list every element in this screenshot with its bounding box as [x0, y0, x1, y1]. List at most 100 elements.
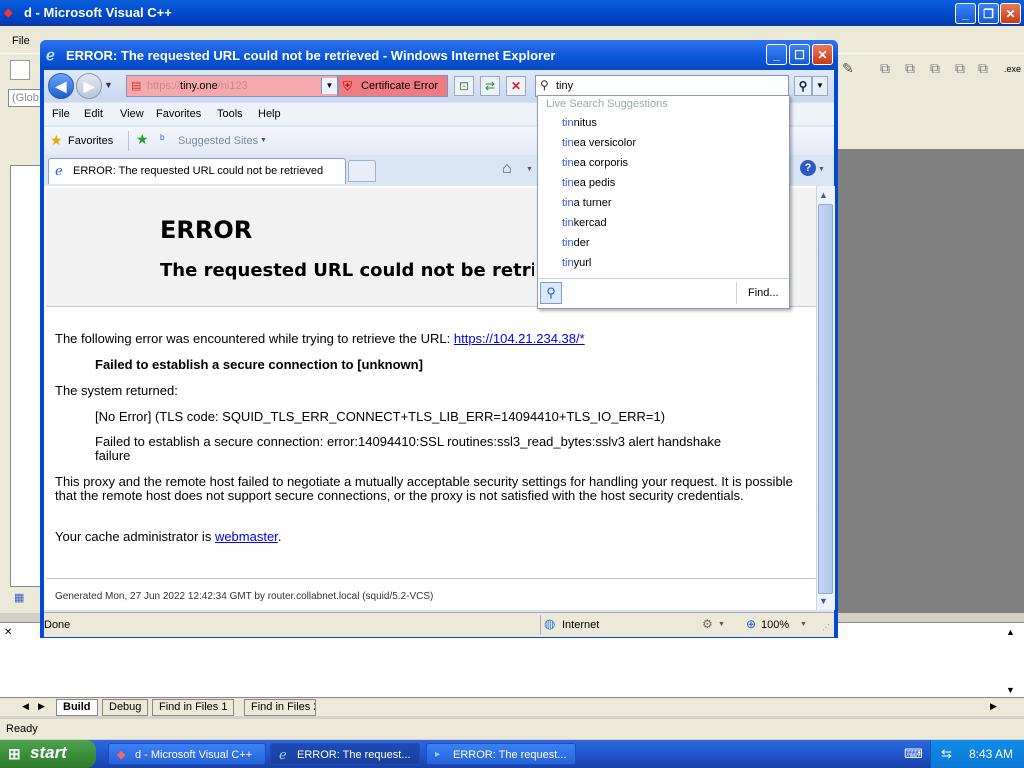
suggestion-match: tin: [562, 157, 574, 169]
start-button[interactable]: ⊞ start: [0, 740, 96, 768]
ie-close-button[interactable]: ✕: [812, 44, 833, 65]
task-ie-1[interactable]: ℯ ERROR: The request...: [270, 743, 420, 765]
help-icon[interactable]: ?: [800, 160, 816, 176]
menu-edit[interactable]: Edit: [84, 108, 103, 120]
task-label: ERROR: The request...: [453, 749, 567, 761]
tab-scroll-right-icon[interactable]: ▶: [38, 701, 45, 712]
webmaster-link[interactable]: webmaster: [215, 529, 278, 544]
new-tab-button[interactable]: [348, 160, 376, 182]
vc-close-button[interactable]: ✕: [1000, 3, 1021, 24]
admin-suffix: .: [277, 529, 282, 544]
scroll-down-icon[interactable]: ▼: [1006, 685, 1015, 695]
stop-build-icon[interactable]: ⧉: [905, 60, 915, 77]
tab-debug[interactable]: Debug: [102, 699, 149, 716]
tab-scroll-left-icon[interactable]: ◀: [22, 701, 29, 712]
ie-window-title: ERROR: The requested URL could not be re…: [66, 48, 556, 63]
tab-find-in-files-2[interactable]: Find in Files 2: [244, 699, 316, 716]
menu-view[interactable]: View: [120, 108, 144, 120]
compile-icon[interactable]: ⧉: [880, 60, 890, 77]
vc-menu-file[interactable]: File: [12, 35, 30, 47]
suggestion-item[interactable]: tinea pedis: [562, 177, 615, 189]
task-ie-2[interactable]: ▸ ERROR: The request...: [426, 743, 576, 765]
workspace-tree[interactable]: [10, 165, 42, 587]
scroll-up-icon[interactable]: ▲: [1006, 627, 1015, 637]
add-to-favorites-icon[interactable]: ★: [136, 131, 149, 148]
stop-icon[interactable]: ✕: [506, 76, 526, 96]
compatibility-view-icon[interactable]: ⊡: [454, 76, 474, 96]
ie-logo-icon: ℯ: [46, 47, 55, 64]
scroll-up-arrow-icon[interactable]: ▲: [819, 190, 828, 200]
clock[interactable]: 8:43 AM: [969, 747, 1013, 761]
tab-error-page[interactable]: ℯ ERROR: The requested URL could not be …: [48, 158, 346, 184]
keyboard-icon[interactable]: ⌨: [904, 746, 923, 762]
hscroll-right-icon[interactable]: ▶: [990, 701, 997, 712]
address-url[interactable]: https://tiny.one/ni123: [147, 80, 248, 92]
debug-go-icon[interactable]: ⧉: [955, 60, 965, 77]
recent-pages-dropdown-icon[interactable]: ▼: [104, 80, 113, 90]
address-dropdown-icon[interactable]: ▼: [321, 78, 337, 94]
scroll-thumb[interactable]: [818, 204, 833, 594]
menu-favorites[interactable]: Favorites: [156, 108, 201, 120]
vc-restore-button[interactable]: ❐: [978, 3, 999, 24]
network-icon[interactable]: ⇆: [941, 746, 952, 762]
find-on-page-button[interactable]: Find...: [748, 287, 779, 299]
menu-tools[interactable]: Tools: [217, 108, 243, 120]
execute-icon[interactable]: ⧉: [930, 60, 940, 77]
breakpoint-icon[interactable]: ⧉: [978, 60, 988, 77]
build-icon[interactable]: ✎: [842, 60, 854, 77]
back-button[interactable]: ◀: [48, 73, 74, 99]
zoom-dropdown-icon[interactable]: ▼: [800, 621, 807, 628]
certificate-error-button[interactable]: ⛨ Certificate Error: [338, 75, 448, 97]
suggested-sites-dropdown-icon[interactable]: ▼: [260, 137, 267, 144]
favorites-button[interactable]: Favorites: [68, 135, 113, 147]
suggestion-item[interactable]: tinea versicolor: [562, 137, 636, 149]
suggested-sites-link[interactable]: Suggested Sites: [178, 135, 258, 147]
home-icon[interactable]: ⌂: [502, 160, 512, 178]
vc-minimize-button[interactable]: _: [955, 3, 976, 24]
tab-find-in-files-1[interactable]: Find in Files 1: [152, 699, 235, 716]
scroll-down-arrow-icon[interactable]: ▼: [819, 596, 828, 606]
search-box[interactable]: ⚲ tiny: [535, 75, 789, 97]
suggestion-rest: der: [573, 237, 590, 249]
task-label: ERROR: The request...: [297, 749, 411, 761]
protected-mode-dropdown-icon[interactable]: ▼: [718, 621, 725, 628]
refresh-icon[interactable]: ⇄: [480, 76, 500, 96]
suggestion-rest: kercad: [573, 217, 607, 229]
protected-mode-icon[interactable]: ⚙: [702, 617, 713, 631]
home-dropdown-icon[interactable]: ▼: [526, 166, 533, 173]
failed-url-link[interactable]: https://104.21.234.38/*: [454, 331, 585, 346]
suggestion-item[interactable]: tina turner: [562, 197, 612, 209]
address-prefix: https://: [147, 80, 181, 92]
search-input[interactable]: tiny: [556, 80, 573, 92]
help-dropdown-icon[interactable]: ▼: [818, 166, 825, 173]
forward-button[interactable]: ▶: [76, 73, 102, 99]
suggestion-item[interactable]: tinder: [562, 237, 590, 249]
admin-prefix: Your cache administrator is: [55, 529, 215, 544]
suggestion-match: tin: [562, 117, 574, 129]
suggestion-item[interactable]: tinea corporis: [562, 157, 628, 169]
new-file-icon[interactable]: [10, 60, 30, 80]
tab-build[interactable]: Build: [56, 699, 98, 716]
search-provider-icon[interactable]: ⚲: [540, 282, 562, 304]
search-options-icon[interactable]: ▼: [812, 76, 828, 96]
suggestion-item[interactable]: tinnitus: [562, 117, 597, 129]
suggestion-item[interactable]: tinkercad: [562, 217, 607, 229]
page-scrollbar[interactable]: ▲ ▼: [816, 186, 835, 610]
classview-icon[interactable]: ▦: [14, 591, 24, 604]
output-close-icon[interactable]: ✕: [4, 627, 12, 638]
address-bar[interactable]: ▤ https://tiny.one/ni123 ▼: [126, 75, 338, 97]
suggestion-item[interactable]: tinyurl: [562, 257, 591, 269]
zoom-level[interactable]: 100%: [761, 619, 789, 631]
search-go-icon[interactable]: ⚲: [794, 76, 812, 96]
suggestion-rest: ea pedis: [573, 177, 616, 189]
menu-file[interactable]: File: [52, 108, 70, 120]
resize-grip-icon[interactable]: ⋰: [822, 623, 830, 632]
ie-minimize-button[interactable]: _: [766, 44, 787, 65]
security-zone[interactable]: Internet: [562, 619, 599, 631]
scope-combo[interactable]: (Glob: [8, 89, 42, 107]
ie-maximize-button[interactable]: ☐: [789, 44, 810, 65]
task-visual-cpp[interactable]: ◆ d - Microsoft Visual C++: [108, 743, 266, 765]
exe-icon[interactable]: .exe: [1004, 64, 1021, 74]
tab-title: ERROR: The requested URL could not be re…: [73, 165, 324, 177]
menu-help[interactable]: Help: [258, 108, 281, 120]
